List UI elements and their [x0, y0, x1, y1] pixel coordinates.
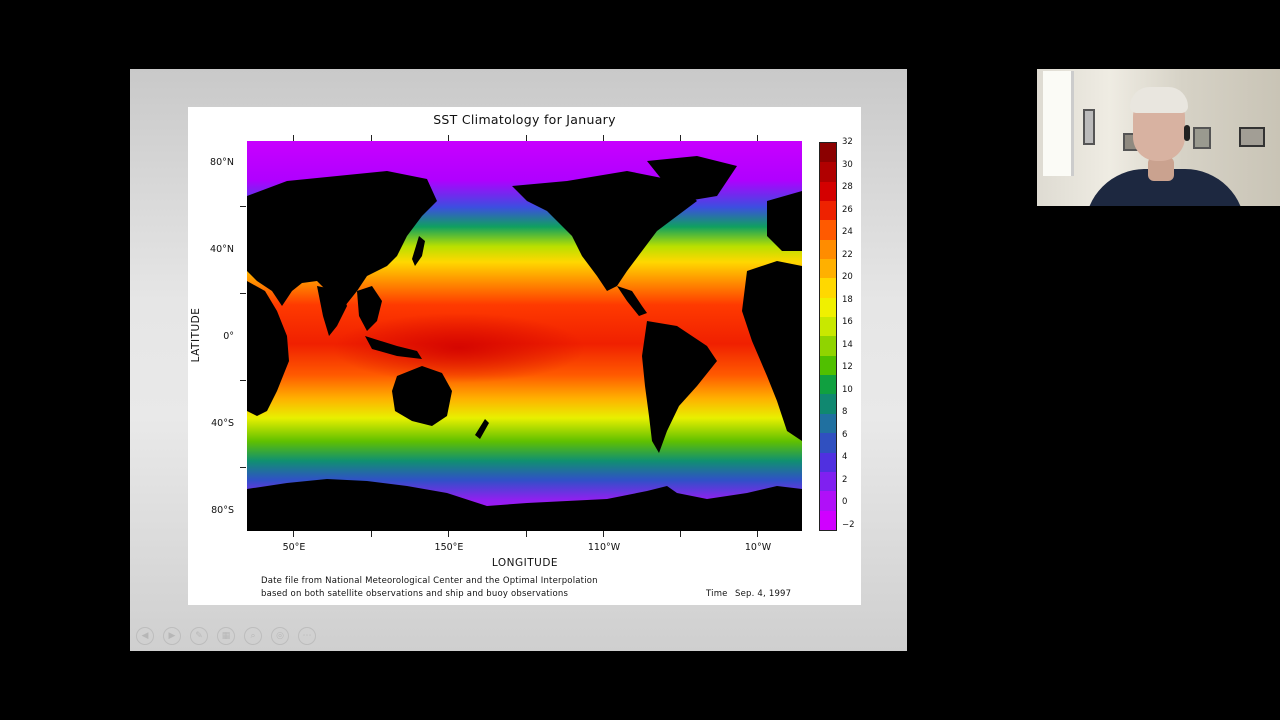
wall-picture [1083, 109, 1095, 145]
colorbar-label: 22 [842, 249, 853, 260]
time-value: Sep. 4, 1997 [735, 589, 792, 599]
colorbar-label: 10 [842, 384, 853, 395]
longitude-label: 50°E [282, 542, 306, 553]
colorbar-segment [820, 394, 836, 414]
colorbar-segment [820, 181, 836, 202]
colorbar-segment [820, 201, 836, 221]
colorbar-label: 2 [842, 474, 848, 485]
colorbar-segment [820, 413, 836, 434]
sst-figure: SST Climatology for January 80°N 40°N 0°… [188, 107, 861, 605]
next-slide-button[interactable]: ▶ [163, 627, 181, 645]
background-window [1043, 71, 1074, 176]
slideshow-toolbar: ◀ ▶ ✎ ▦ ⌕ ◎ ⋯ [136, 627, 316, 645]
colorbar-segment [820, 355, 836, 376]
colorbar-label: 18 [842, 294, 853, 305]
colorbar-label: 24 [842, 227, 853, 238]
bottom-tick [371, 531, 372, 537]
colorbar-segment [820, 375, 836, 395]
colorbar-segment [820, 278, 836, 298]
y-axis-title: LATITUDE [190, 307, 202, 363]
left-tick [240, 467, 246, 468]
colorbar-label: 6 [842, 429, 848, 440]
colorbar-label: 20 [842, 272, 853, 283]
wall-picture [1193, 127, 1211, 149]
colorbar-segment [820, 433, 836, 453]
presenter-hair [1130, 87, 1188, 113]
colorbar-segment [820, 220, 836, 240]
colorbar-segment [820, 510, 836, 530]
left-tick [240, 380, 246, 381]
data-source-note-line2: based on both satellite observations and… [261, 589, 569, 599]
longitude-label: 10°W [744, 542, 772, 553]
latitude-label: 40°N [210, 244, 234, 255]
latitude-label: 40°S [211, 418, 234, 429]
colorbar-label: −2 [842, 520, 855, 530]
colorbar-label: 14 [842, 339, 853, 350]
more-options-button[interactable]: ⋯ [298, 627, 316, 645]
colorbar-segment [820, 471, 836, 492]
colorbar [819, 142, 837, 531]
colorbar-label: 28 [842, 182, 853, 193]
bottom-tick [680, 531, 681, 537]
data-source-note-line1: Date file from National Meteorological C… [261, 576, 598, 586]
sst-map-graphic [247, 141, 802, 531]
figure-title: SST Climatology for January [433, 112, 616, 127]
colorbar-label: 4 [842, 452, 848, 463]
colorbar-segment [820, 452, 836, 472]
latitude-label: 80°N [210, 157, 234, 168]
colorbar-segment [820, 317, 836, 337]
colorbar-segment [820, 297, 836, 318]
colorbar-segment [820, 143, 836, 163]
webcam-video-feed [1037, 69, 1280, 206]
colorbar-label: 12 [842, 362, 853, 373]
wall-picture [1239, 127, 1265, 147]
bottom-tick [757, 531, 758, 537]
left-tick [240, 206, 246, 207]
colorbar-label: 8 [842, 407, 848, 418]
colorbar-segment [820, 259, 836, 279]
x-axis-title: LONGITUDE [491, 557, 559, 569]
bottom-tick [448, 531, 449, 537]
bottom-tick [526, 531, 527, 537]
bottom-tick [293, 531, 294, 537]
colorbar-segment [820, 162, 836, 182]
colorbar-label: 0 [842, 497, 848, 508]
pen-tool-button[interactable]: ✎ [190, 627, 208, 645]
longitude-label: 150°E [434, 542, 464, 553]
left-tick [240, 293, 246, 294]
slides-view-button[interactable]: ▦ [217, 627, 235, 645]
colorbar-segment [820, 336, 836, 356]
bottom-tick [603, 531, 604, 537]
colorbar-label: 16 [842, 317, 853, 328]
colorbar-label: 32 [842, 137, 853, 147]
sst-map [247, 141, 802, 531]
pointer-button[interactable]: ◎ [271, 627, 289, 645]
longitude-label: 110°W [587, 542, 621, 553]
headset-icon [1184, 125, 1190, 141]
latitude-label: 80°S [211, 505, 234, 516]
colorbar-segment [820, 239, 836, 260]
time-label: Time [706, 589, 728, 599]
colorbar-segment [820, 491, 836, 511]
colorbar-label: 26 [842, 204, 853, 215]
colorbar-label: 30 [842, 159, 853, 170]
previous-slide-button[interactable]: ◀ [136, 627, 154, 645]
zoom-button[interactable]: ⌕ [244, 627, 262, 645]
